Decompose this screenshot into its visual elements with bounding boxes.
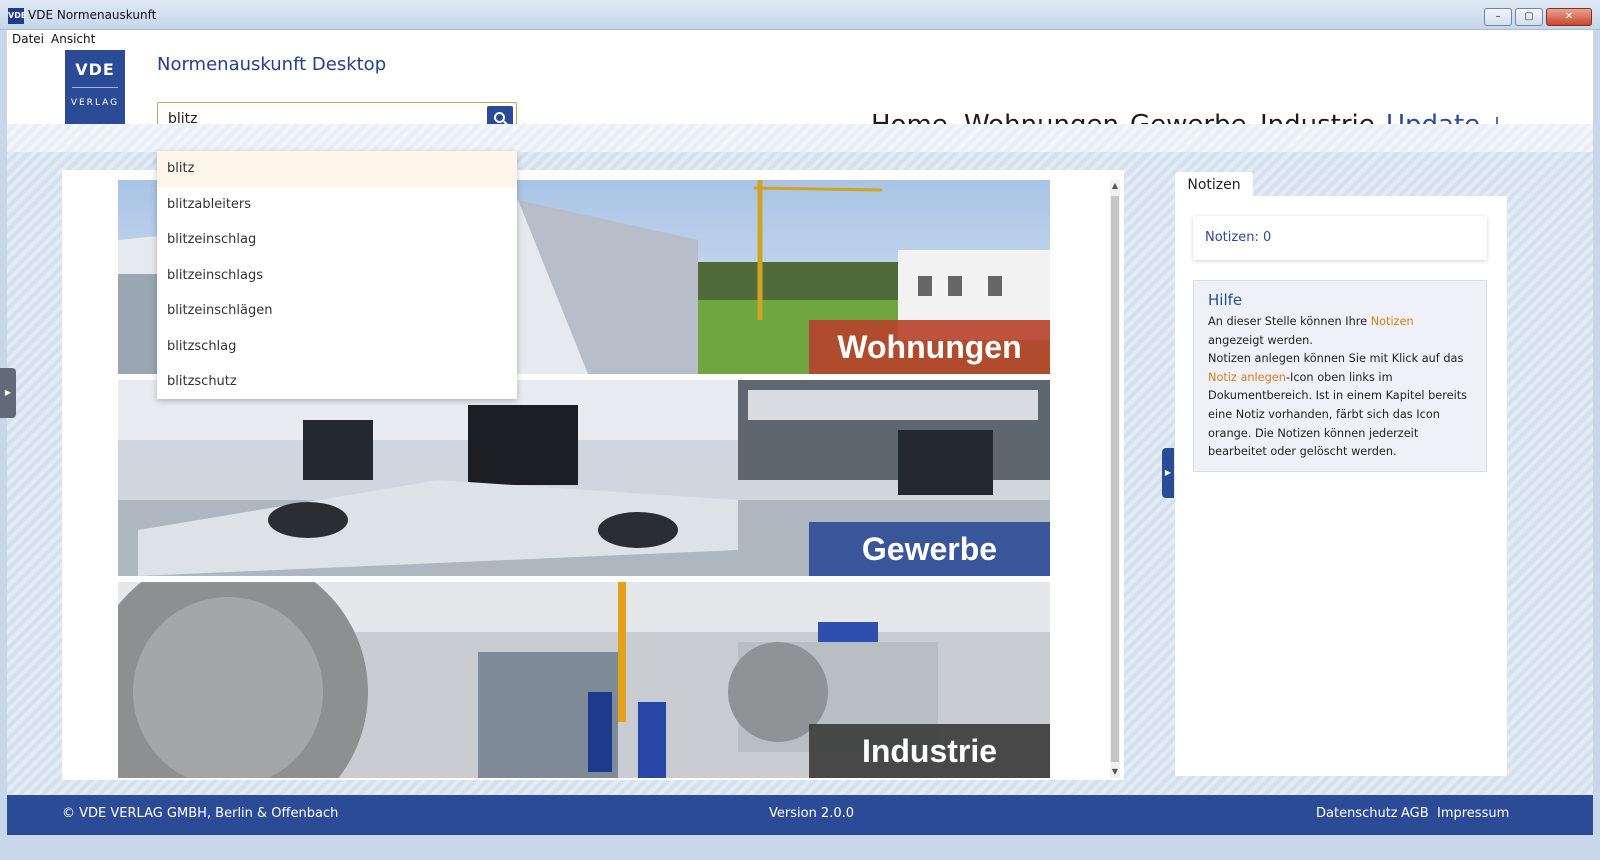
suggestion-item[interactable]: blitzeinschlags [157, 258, 517, 294]
app-name: Normenauskunft Desktop [157, 54, 387, 75]
maximize-button[interactable]: ▢ [1515, 8, 1543, 26]
footer-bottom-band [7, 835, 1593, 860]
notes-count: Notizen: 0 [1193, 216, 1487, 260]
help-text: An dieser Stelle können Ihre Notizen ang… [1208, 313, 1472, 462]
header-band [7, 124, 1593, 152]
help-title: Hilfe [1208, 291, 1243, 309]
footer-version: Version 2.0.0 [769, 806, 855, 821]
menu-datei[interactable]: Datei [12, 32, 44, 46]
window-titlebar: VDE VDE Normenauskunft – ▢ ✕ [0, 0, 1600, 30]
right-panel-toggle-icon[interactable]: ▶ [1162, 448, 1174, 498]
footer-link-datenschutz[interactable]: Datenschutz [1316, 806, 1398, 821]
tile-wohnungen-label: Wohnungen [809, 320, 1050, 374]
help-highlight: Notiz anlegen [1208, 370, 1286, 384]
footer-copyright: © VDE VERLAG GMBH, Berlin & Offenbach [62, 806, 339, 821]
suggestion-item[interactable]: blitzableiters [157, 187, 517, 223]
help-text-part: An dieser Stelle können Ihre [1208, 315, 1371, 328]
suggestion-item[interactable]: blitzschlag [157, 329, 517, 365]
tab-notizen[interactable]: Notizen [1175, 172, 1253, 198]
scroll-thumb[interactable] [1111, 196, 1119, 762]
vde-logo[interactable]: VDE VERLAG [65, 50, 125, 126]
suggestion-item[interactable]: blitzschutz [157, 364, 517, 400]
tile-gewerbe[interactable]: Gewerbe [118, 380, 1050, 576]
tile-gewerbe-label: Gewerbe [809, 522, 1050, 576]
app-icon: VDE [8, 8, 26, 24]
search-suggestions: blitz blitzableiters blitzeinschlag blit… [157, 151, 517, 399]
suggestion-item[interactable]: blitzeinschlag [157, 222, 517, 258]
client-area: Datei Ansicht VDE VERLAG Normenauskunft … [0, 30, 1600, 860]
footer: © VDE VERLAG GMBH, Berlin & Offenbach Ve… [7, 795, 1593, 835]
window-title: VDE Normenauskunft [28, 8, 157, 22]
app-header: VDE VERLAG Normenauskunft Desktop Home W… [7, 48, 1593, 140]
tile-industrie-label: Industrie [809, 724, 1050, 778]
notes-panel: Notizen: 0 Hilfe An dieser Stelle können… [1175, 196, 1507, 776]
main-scrollbar[interactable]: ▲ ▼ [1110, 180, 1120, 778]
help-box: Hilfe An dieser Stelle können Ihre Notiz… [1193, 280, 1487, 472]
scroll-up-icon[interactable]: ▲ [1110, 180, 1120, 192]
help-highlight: Notizen [1370, 315, 1414, 328]
suggestion-item[interactable]: blitz [157, 151, 517, 187]
help-text-part: Notizen anlegen können Sie mit Klick auf… [1208, 352, 1464, 366]
tile-industrie[interactable]: Industrie [118, 582, 1050, 778]
footer-link-impressum[interactable]: Impressum [1437, 806, 1509, 821]
menu-ansicht[interactable]: Ansicht [51, 32, 95, 46]
left-panel-toggle-icon[interactable]: ▶ [0, 368, 16, 418]
close-button[interactable]: ✕ [1546, 8, 1592, 26]
suggestion-item[interactable]: blitzeinschlägen [157, 293, 517, 329]
help-text-part: angezeigt werden. [1208, 333, 1313, 347]
logo-verlag-text: VERLAG [70, 98, 120, 108]
footer-link-agb[interactable]: AGB [1401, 806, 1429, 821]
menubar: Datei Ansicht [7, 30, 1593, 48]
logo-divider [72, 87, 118, 88]
minimize-button[interactable]: – [1484, 8, 1512, 26]
scroll-down-icon[interactable]: ▼ [1110, 766, 1120, 778]
logo-vde-text: VDE [75, 60, 115, 79]
